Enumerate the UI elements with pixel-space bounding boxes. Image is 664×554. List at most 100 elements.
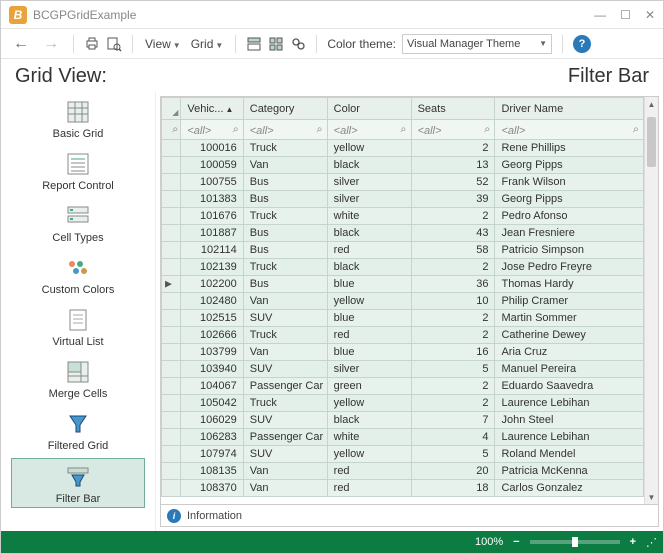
cell-color[interactable]: black: [327, 259, 411, 276]
cell-driver[interactable]: Laurence Lebihan: [495, 429, 644, 446]
cell-seats[interactable]: 20: [411, 463, 495, 480]
cell-seats[interactable]: 7: [411, 412, 495, 429]
cell-seats[interactable]: 2: [411, 310, 495, 327]
cell-driver[interactable]: Georg Pipps: [495, 191, 644, 208]
cell-vehicle[interactable]: 106283: [181, 429, 243, 446]
row-header[interactable]: [162, 259, 181, 276]
cell-category[interactable]: Van: [243, 293, 327, 310]
cell-seats[interactable]: 43: [411, 225, 495, 242]
cell-seats[interactable]: 2: [411, 327, 495, 344]
back-button[interactable]: ←: [9, 35, 33, 53]
find-icon[interactable]: [290, 36, 306, 52]
filter-driver[interactable]: <all>⌕: [495, 120, 644, 140]
cell-vehicle[interactable]: 102139: [181, 259, 243, 276]
cell-vehicle[interactable]: 108370: [181, 480, 243, 497]
cell-category[interactable]: Truck: [243, 327, 327, 344]
row-header[interactable]: [162, 361, 181, 378]
col-header-category[interactable]: Category: [243, 98, 327, 120]
cell-seats[interactable]: 2: [411, 208, 495, 225]
cell-vehicle[interactable]: 102480: [181, 293, 243, 310]
forward-button[interactable]: →: [39, 35, 63, 53]
cell-category[interactable]: SUV: [243, 361, 327, 378]
cell-driver[interactable]: Jean Fresniere: [495, 225, 644, 242]
cell-driver[interactable]: Aria Cruz: [495, 344, 644, 361]
cell-color[interactable]: silver: [327, 361, 411, 378]
cell-color[interactable]: yellow: [327, 140, 411, 157]
filter-category[interactable]: <all>⌕: [243, 120, 327, 140]
view-menu[interactable]: View▼: [143, 37, 183, 51]
cell-color[interactable]: blue: [327, 344, 411, 361]
cell-driver[interactable]: Frank Wilson: [495, 174, 644, 191]
col-header-color[interactable]: Color: [327, 98, 411, 120]
row-header[interactable]: [162, 446, 181, 463]
cell-color[interactable]: silver: [327, 174, 411, 191]
table-row[interactable]: 100755Bussilver52Frank Wilson: [162, 174, 644, 191]
cell-seats[interactable]: 52: [411, 174, 495, 191]
row-header[interactable]: [162, 327, 181, 344]
cell-color[interactable]: red: [327, 463, 411, 480]
table-row[interactable]: 102480Vanyellow10Philip Cramer: [162, 293, 644, 310]
cell-color[interactable]: white: [327, 208, 411, 225]
cell-color[interactable]: red: [327, 480, 411, 497]
cell-category[interactable]: Van: [243, 344, 327, 361]
cell-driver[interactable]: Rene Phillips: [495, 140, 644, 157]
zoom-out-button[interactable]: −: [513, 536, 519, 548]
cell-driver[interactable]: Laurence Lebihan: [495, 395, 644, 412]
group-icon[interactable]: [268, 36, 284, 52]
cell-vehicle[interactable]: 102114: [181, 242, 243, 259]
cell-seats[interactable]: 4: [411, 429, 495, 446]
filter-seats[interactable]: <all>⌕: [411, 120, 495, 140]
help-button[interactable]: ?: [573, 35, 591, 53]
cell-vehicle[interactable]: 100059: [181, 157, 243, 174]
cell-color[interactable]: black: [327, 157, 411, 174]
minimize-button[interactable]: —: [594, 8, 606, 22]
cell-driver[interactable]: Philip Cramer: [495, 293, 644, 310]
grid-menu[interactable]: Grid▼: [189, 37, 226, 51]
row-header[interactable]: [162, 344, 181, 361]
row-header[interactable]: ▶: [162, 276, 181, 293]
table-row[interactable]: 105042Truckyellow2Laurence Lebihan: [162, 395, 644, 412]
sidebar-item-custom-colors[interactable]: Custom Colors: [1, 248, 155, 300]
cell-category[interactable]: Bus: [243, 174, 327, 191]
row-header[interactable]: [162, 225, 181, 242]
cell-vehicle[interactable]: 105042: [181, 395, 243, 412]
sidebar-item-basic-grid[interactable]: Basic Grid: [1, 92, 155, 144]
cell-vehicle[interactable]: 104067: [181, 378, 243, 395]
cell-vehicle[interactable]: 101887: [181, 225, 243, 242]
cell-vehicle[interactable]: 107974: [181, 446, 243, 463]
cell-category[interactable]: SUV: [243, 446, 327, 463]
cell-seats[interactable]: 5: [411, 446, 495, 463]
print-preview-icon[interactable]: [106, 36, 122, 52]
cell-category[interactable]: SUV: [243, 412, 327, 429]
maximize-button[interactable]: ☐: [620, 8, 631, 22]
theme-select[interactable]: Visual Manager Theme▼: [402, 34, 552, 54]
cell-category[interactable]: Bus: [243, 276, 327, 293]
cell-color[interactable]: black: [327, 225, 411, 242]
cell-color[interactable]: black: [327, 412, 411, 429]
cell-category[interactable]: SUV: [243, 310, 327, 327]
table-row[interactable]: ▶102200Busblue36Thomas Hardy: [162, 276, 644, 293]
cell-color[interactable]: blue: [327, 310, 411, 327]
cell-category[interactable]: Van: [243, 463, 327, 480]
cell-vehicle[interactable]: 101676: [181, 208, 243, 225]
cell-driver[interactable]: Manuel Pereira: [495, 361, 644, 378]
sidebar-item-merge-cells[interactable]: Merge Cells: [1, 352, 155, 404]
cell-category[interactable]: Truck: [243, 395, 327, 412]
cell-driver[interactable]: Pedro Afonso: [495, 208, 644, 225]
cell-vehicle[interactable]: 101383: [181, 191, 243, 208]
zoom-in-button[interactable]: +: [630, 536, 636, 548]
row-header[interactable]: [162, 242, 181, 259]
cell-driver[interactable]: Patricio Simpson: [495, 242, 644, 259]
cell-category[interactable]: Passenger Car: [243, 378, 327, 395]
cell-vehicle[interactable]: 103940: [181, 361, 243, 378]
cell-seats[interactable]: 36: [411, 276, 495, 293]
cell-category[interactable]: Bus: [243, 225, 327, 242]
cell-vehicle[interactable]: 102515: [181, 310, 243, 327]
cell-driver[interactable]: Georg Pipps: [495, 157, 644, 174]
cell-color[interactable]: yellow: [327, 293, 411, 310]
field-chooser-icon[interactable]: [246, 36, 262, 52]
table-row[interactable]: 104067Passenger Cargreen2Eduardo Saavedr…: [162, 378, 644, 395]
table-row[interactable]: 100016Truckyellow2Rene Phillips: [162, 140, 644, 157]
cell-category[interactable]: Van: [243, 157, 327, 174]
cell-color[interactable]: green: [327, 378, 411, 395]
